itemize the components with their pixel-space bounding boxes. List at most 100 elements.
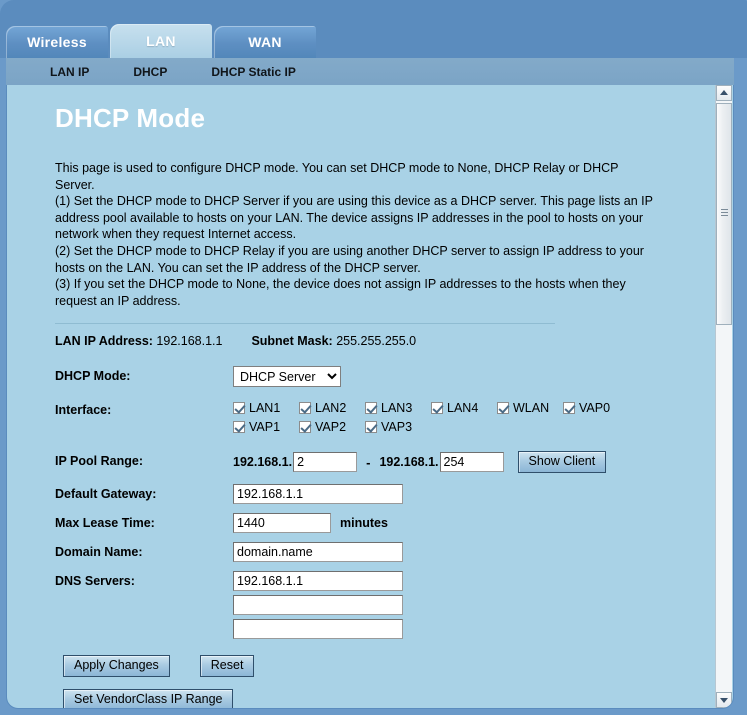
interface-checkbox-lan4[interactable]: LAN4 <box>431 401 497 415</box>
checkbox-icon <box>299 421 311 434</box>
checkbox-icon <box>365 421 377 434</box>
subnet-mask-label: Subnet Mask: <box>251 334 333 349</box>
set-vendorclass-ip-range-button[interactable]: Set VendorClass IP Range <box>63 689 234 708</box>
ip-pool-end-input[interactable] <box>439 452 504 473</box>
submenu-item-lan-ip[interactable]: LAN IP <box>50 65 89 79</box>
domain-name-input[interactable] <box>233 542 403 563</box>
max-lease-time-unit: minutes <box>340 516 388 531</box>
subnet-mask-value: 255.255.255.0 <box>336 334 417 349</box>
dns-server-3-spacer <box>55 619 233 622</box>
default-gateway-input[interactable] <box>233 484 403 505</box>
interface-checkbox-vap1[interactable]: VAP1 <box>233 420 299 434</box>
interface-checkbox-vap3[interactable]: VAP3 <box>365 420 431 434</box>
submenu-item-dhcp[interactable]: DHCP <box>133 65 167 79</box>
scroll-down-arrow-icon[interactable] <box>716 692 732 708</box>
tab-lan[interactable]: LAN <box>110 24 212 58</box>
row-interface: Interface: LAN1 LAN2 LAN3 LAN4 WLAN VAP0 VAP1 V… <box>55 400 716 439</box>
interface-checkbox-label: LAN4 <box>447 401 479 416</box>
main-tabs: Wireless LAN WAN <box>6 24 318 58</box>
content-pane: DHCP Mode This page is used to configure… <box>6 85 734 709</box>
vendorclass-button-row: Set VendorClass IP Range <box>63 689 716 708</box>
interface-field: LAN1 LAN2 LAN3 LAN4 WLAN VAP0 VAP1 VAP2 VAP3 <box>233 400 653 439</box>
row-default-gateway: Default Gateway: <box>55 484 716 505</box>
scrollbar-thumb[interactable] <box>716 103 732 325</box>
ip-pool-range-label: IP Pool Range: <box>55 454 143 469</box>
tab-wan[interactable]: WAN <box>214 26 316 58</box>
dns-server-3-input[interactable] <box>233 619 403 640</box>
content-inner: DHCP Mode This page is used to configure… <box>7 85 716 708</box>
show-client-button[interactable]: Show Client <box>517 451 607 474</box>
dns-server-3-field <box>233 619 403 640</box>
interface-checkbox-lan1[interactable]: LAN1 <box>233 401 299 415</box>
description-line-1: This page is used to configure DHCP mode… <box>55 161 619 192</box>
interface-checkbox-label: VAP1 <box>249 420 281 435</box>
default-gateway-field <box>233 484 403 505</box>
section-divider <box>55 323 555 325</box>
action-button-row: Apply Changes Reset <box>63 655 716 678</box>
interface-label: Interface: <box>55 403 112 418</box>
checkbox-icon <box>233 421 245 434</box>
max-lease-time-label: Max Lease Time: <box>55 516 155 531</box>
checkbox-icon <box>563 402 575 415</box>
description-line-2: (1) Set the DHCP mode to DHCP Server if … <box>55 194 653 242</box>
caret-up-icon <box>720 90 728 95</box>
vertical-scrollbar[interactable] <box>715 85 732 708</box>
checkbox-icon <box>299 402 311 415</box>
dns-server-2-input[interactable] <box>233 595 403 616</box>
description-line-3: (2) Set the DHCP mode to DHCP Relay if y… <box>55 243 644 275</box>
interface-checkbox-vap0[interactable]: VAP0 <box>563 401 629 415</box>
ip-pool-start-input[interactable] <box>293 452 358 473</box>
checkbox-icon <box>365 402 377 415</box>
lan-ip-value: 192.168.1.1 <box>156 334 223 349</box>
interface-checkbox-label: LAN3 <box>381 401 413 416</box>
description-line-4: (3) If you set the DHCP mode to None, th… <box>55 277 626 308</box>
default-gateway-label: Default Gateway: <box>55 487 157 502</box>
row-domain-name: Domain Name: <box>55 542 716 563</box>
reset-button[interactable]: Reset <box>199 655 255 678</box>
interface-checkbox-label: LAN2 <box>315 401 347 416</box>
tab-wireless[interactable]: Wireless <box>6 26 108 58</box>
apply-changes-button[interactable]: Apply Changes <box>63 655 170 678</box>
checkbox-icon <box>431 402 443 415</box>
interface-checkbox-vap2[interactable]: VAP2 <box>299 420 365 434</box>
domain-name-field <box>233 542 403 563</box>
max-lease-time-field: minutes <box>233 513 388 534</box>
interface-checkbox-label: LAN1 <box>249 401 281 416</box>
dns-servers-label: DNS Servers: <box>55 574 135 589</box>
scrollbar-grip-icon <box>721 209 728 219</box>
interface-checkbox-label: VAP3 <box>381 420 413 435</box>
checkbox-icon <box>233 402 245 415</box>
row-max-lease-time: Max Lease Time: minutes <box>55 513 716 534</box>
submenu-item-dhcp-static-ip[interactable]: DHCP Static IP <box>211 65 295 79</box>
interface-checkbox-label: VAP0 <box>579 401 611 416</box>
tab-wan-label: WAN <box>248 34 282 50</box>
ip-summary: LAN IP Address: 192.168.1.1 Subnet Mask:… <box>55 334 716 348</box>
row-dns-server-3 <box>55 619 716 640</box>
scroll-up-arrow-icon[interactable] <box>716 85 732 101</box>
dhcp-mode-field: NoneDHCP RelayDHCP Server <box>233 366 341 388</box>
interface-checkbox-lan3[interactable]: LAN3 <box>365 401 431 415</box>
dns-server-2-spacer <box>55 595 233 598</box>
dhcp-mode-label: DHCP Mode: <box>55 369 131 384</box>
pool-range-separator: - <box>366 454 371 470</box>
interface-checkbox-wlan[interactable]: WLAN <box>497 401 563 415</box>
tab-wireless-label: Wireless <box>27 34 87 50</box>
dns-server-1-input[interactable] <box>233 571 403 592</box>
row-dns-servers: DNS Servers: <box>55 571 716 592</box>
interface-checkbox-lan2[interactable]: LAN2 <box>299 401 365 415</box>
row-dns-server-2 <box>55 595 716 616</box>
page-description: This page is used to configure DHCP mode… <box>55 160 660 309</box>
router-admin-window: Wireless LAN WAN LAN IP DHCP DHCP Static… <box>0 0 747 715</box>
dns-server-2-field <box>233 595 403 616</box>
row-dhcp-mode: DHCP Mode: NoneDHCP RelayDHCP Server <box>55 366 716 388</box>
interface-checkbox-label: WLAN <box>513 401 550 416</box>
pool-start-prefix: 192.168.1. <box>233 455 293 470</box>
submenu-bar: LAN IP DHCP DHCP Static IP <box>6 58 734 85</box>
interface-checkbox-label: VAP2 <box>315 420 347 435</box>
caret-down-icon <box>720 698 728 703</box>
max-lease-time-input[interactable] <box>233 513 331 534</box>
dhcp-mode-select[interactable]: NoneDHCP RelayDHCP Server <box>233 366 341 388</box>
dns-servers-field <box>233 571 403 592</box>
ip-pool-range-field: 192.168.1. - 192.168.1. Show Client <box>233 451 607 474</box>
tab-lan-label: LAN <box>146 33 176 49</box>
